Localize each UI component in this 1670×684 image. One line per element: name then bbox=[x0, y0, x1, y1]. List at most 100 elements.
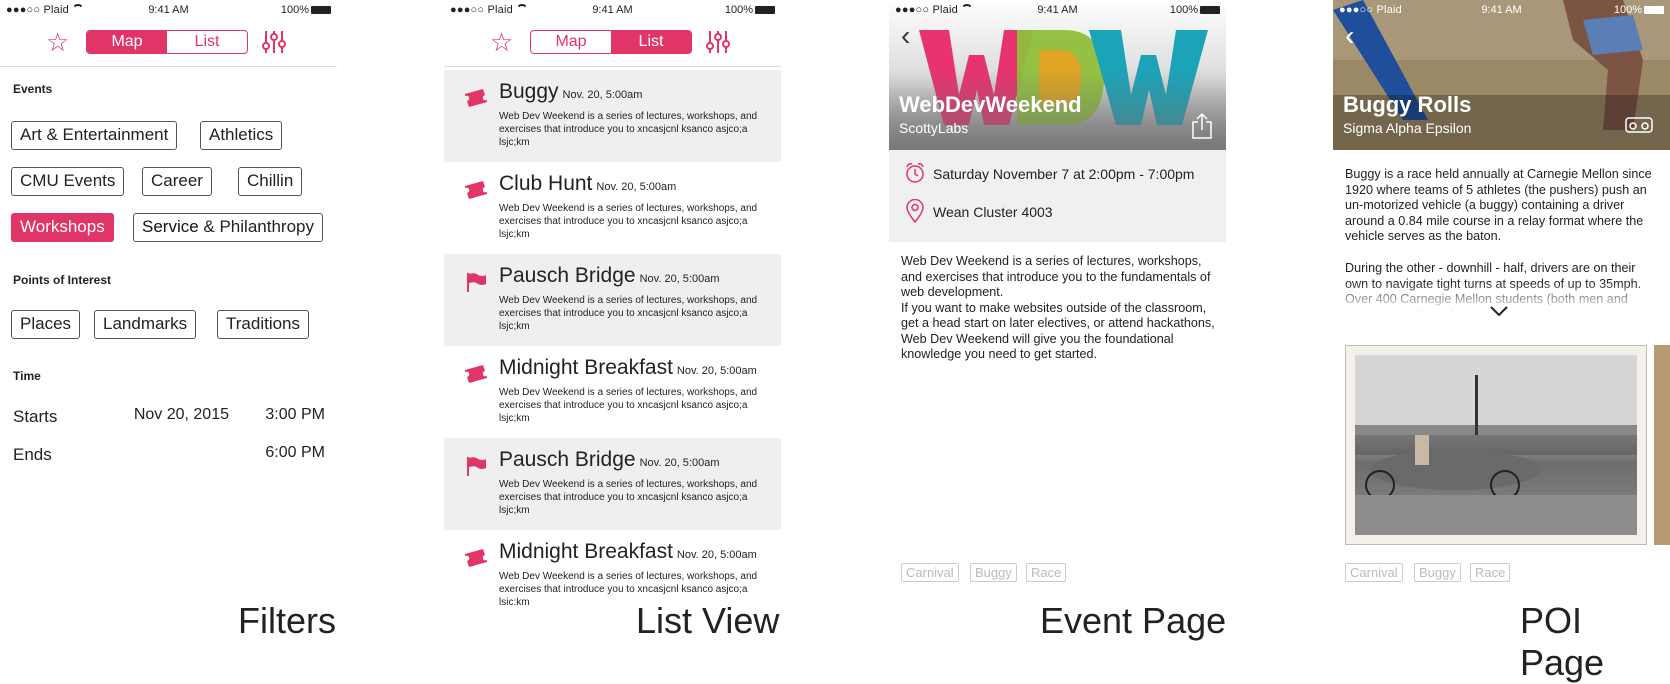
time-heading: Time bbox=[13, 369, 41, 383]
tag-athletics[interactable]: Athletics bbox=[200, 121, 283, 150]
sliders-icon[interactable] bbox=[706, 30, 730, 54]
tag-chillin[interactable]: Chillin bbox=[238, 167, 303, 196]
share-icon[interactable] bbox=[1191, 112, 1213, 140]
event-hero: ●●●○○ Plaid 9:41 AM 100% ‹ WebDevWeekend… bbox=[889, 0, 1226, 150]
item-date: Nov. 20, 5:00am bbox=[596, 181, 677, 193]
battery-label: 100% bbox=[1169, 4, 1198, 16]
tag-race[interactable]: Race bbox=[1470, 563, 1511, 582]
tag-landmarks[interactable]: Landmarks bbox=[94, 310, 197, 339]
tag-buggy[interactable]: Buggy bbox=[970, 563, 1017, 582]
view-toggle: Map List bbox=[530, 30, 692, 54]
list-item[interactable]: Midnight Breakfast Nov. 20, 5:00am Web De… bbox=[444, 530, 781, 605]
flag-icon bbox=[467, 457, 486, 476]
event-time: Saturday November 7 at 2:00pm - 7:00pm bbox=[933, 166, 1195, 182]
events-heading: Events bbox=[13, 82, 53, 96]
starts-label: Starts bbox=[13, 407, 58, 426]
event-description: Web Dev Weekend is a series of lectures,… bbox=[901, 254, 1215, 361]
tag-carnival[interactable]: Carnival bbox=[901, 563, 959, 582]
tag-service-bold: Service bbox=[142, 217, 199, 236]
list-item[interactable]: Pausch Bridge Nov. 20, 5:00am Web Dev Wee… bbox=[444, 254, 781, 346]
caption-poi: POI Page bbox=[1520, 600, 1605, 683]
tag-race[interactable]: Race bbox=[1026, 563, 1067, 582]
nav-bar: ☆ Map List bbox=[0, 20, 337, 67]
poi-hero: ●●●○○ Plaid 9:41 AM 100% ‹ Buggy Rolls S… bbox=[1333, 0, 1670, 150]
item-title: Pausch Bridge bbox=[499, 448, 636, 471]
location-pin-icon bbox=[906, 199, 924, 223]
list-item[interactable]: Club Hunt Nov. 20, 5:00am Web Dev Weekend… bbox=[444, 162, 781, 254]
ticket-icon bbox=[465, 365, 487, 383]
caption-event: Event Page bbox=[1040, 600, 1227, 641]
filters-screen: ●●●○○ Plaid 9:41 AM 100% ☆ Map List Even… bbox=[0, 0, 337, 605]
list-item[interactable]: Buggy Nov. 20, 5:00am Web Dev Weekend is … bbox=[444, 70, 781, 162]
poi-subtitle: Sigma Alpha Epsilon bbox=[1343, 120, 1472, 136]
item-title: Midnight Breakfast bbox=[499, 540, 673, 563]
battery-label: 100% bbox=[724, 4, 753, 16]
event-info: Saturday November 7 at 2:00pm - 7:00pm W… bbox=[889, 150, 1226, 242]
ticket-icon bbox=[465, 181, 487, 199]
flag-icon bbox=[467, 273, 486, 292]
battery-icon bbox=[1200, 6, 1220, 14]
back-chevron-icon[interactable]: ‹ bbox=[1345, 22, 1354, 50]
starts-time[interactable]: 3:00 PM bbox=[265, 406, 325, 424]
item-date: Nov. 20, 5:00am bbox=[676, 365, 757, 377]
list-tab[interactable]: List bbox=[167, 31, 247, 53]
star-icon[interactable]: ☆ bbox=[490, 28, 513, 56]
list-screen: ●●●○○ Plaid 9:41 AM 100% ☆ Map List Bugg… bbox=[444, 0, 781, 605]
list-item[interactable]: Midnight Breakfast Nov. 20, 5:00am Web De… bbox=[444, 346, 781, 438]
tag-buggy[interactable]: Buggy bbox=[1414, 563, 1461, 582]
star-icon[interactable]: ☆ bbox=[46, 28, 69, 56]
item-date: Nov. 20, 5:00am bbox=[639, 273, 720, 285]
caption-list: List View bbox=[636, 600, 780, 641]
item-date: Nov. 20, 5:00am bbox=[562, 89, 643, 101]
starts-date[interactable]: Nov 20, 2015 bbox=[134, 406, 229, 424]
poi-heading: Points of Interest bbox=[13, 273, 112, 287]
poi-title: Buggy Rolls bbox=[1343, 92, 1472, 117]
item-date: Nov. 20, 5:00am bbox=[676, 549, 757, 561]
status-bar: ●●●○○ Plaid 9:41 AM 100% bbox=[1333, 0, 1670, 20]
list-tab[interactable]: List bbox=[611, 31, 691, 53]
item-title: Buggy bbox=[499, 80, 559, 103]
tag-workshops[interactable]: Workshops bbox=[11, 213, 114, 242]
event-organizer: ScottyLabs bbox=[899, 120, 969, 136]
tag-carnival[interactable]: Carnival bbox=[1345, 563, 1403, 582]
status-bar: ●●●○○ Plaid 9:41 AM 100% bbox=[0, 0, 337, 20]
item-desc: Web Dev Weekend is a series of lectures,… bbox=[499, 295, 758, 332]
poi-paragraph-1: Buggy is a race held annually at Carnegi… bbox=[1345, 167, 1652, 243]
caption-filters: Filters bbox=[238, 600, 336, 641]
tag-service-philanthropy[interactable]: Service & Philanthropy bbox=[133, 213, 323, 242]
item-title: Club Hunt bbox=[499, 172, 593, 195]
tag-traditions[interactable]: Traditions bbox=[217, 310, 310, 339]
event-location: Wean Cluster 4003 bbox=[933, 204, 1053, 220]
tag-places[interactable]: Places bbox=[11, 310, 81, 339]
view-toggle: Map List bbox=[86, 30, 248, 54]
ticket-icon bbox=[465, 549, 487, 567]
battery-icon bbox=[1644, 6, 1664, 14]
back-chevron-icon[interactable]: ‹ bbox=[901, 22, 910, 50]
map-tab[interactable]: Map bbox=[87, 31, 167, 53]
chevron-down-icon[interactable] bbox=[1489, 305, 1509, 317]
event-screen: ●●●○○ Plaid 9:41 AM 100% ‹ WebDevWeekend… bbox=[889, 0, 1226, 605]
tag-art-entertainment[interactable]: Art & Entertainment bbox=[11, 121, 178, 150]
status-bar: ●●●○○ Plaid 9:41 AM 100% bbox=[889, 0, 1226, 20]
sliders-icon[interactable] bbox=[262, 30, 286, 54]
battery-icon bbox=[311, 6, 331, 14]
ends-time[interactable]: 6:00 PM bbox=[265, 444, 325, 462]
historic-buggy-photo bbox=[1345, 345, 1647, 545]
next-photo-peek[interactable] bbox=[1654, 345, 1670, 545]
item-desc: Web Dev Weekend is a series of lectures,… bbox=[499, 387, 758, 424]
map-tab[interactable]: Map bbox=[531, 31, 611, 53]
list-item[interactable]: Pausch Bridge Nov. 20, 5:00am Web Dev Wee… bbox=[444, 438, 781, 530]
ends-label: Ends bbox=[13, 445, 52, 464]
nav-bar: ☆ Map List bbox=[444, 20, 781, 67]
battery-label: 100% bbox=[280, 4, 309, 16]
status-bar: ●●●○○ Plaid 9:41 AM 100% bbox=[444, 0, 781, 20]
tag-career[interactable]: Career bbox=[142, 167, 212, 196]
alarm-clock-icon bbox=[906, 163, 924, 183]
item-date: Nov. 20, 5:00am bbox=[639, 457, 720, 469]
ticket-icon bbox=[465, 89, 487, 107]
tag-cmu-events[interactable]: CMU Events bbox=[11, 167, 125, 196]
tag-service-rest: & Philanthropy bbox=[198, 217, 314, 236]
battery-label: 100% bbox=[1613, 4, 1642, 16]
vr-viewer-icon[interactable] bbox=[1625, 117, 1653, 133]
poi-screen: ●●●○○ Plaid 9:41 AM 100% ‹ Buggy Rolls S… bbox=[1333, 0, 1670, 605]
